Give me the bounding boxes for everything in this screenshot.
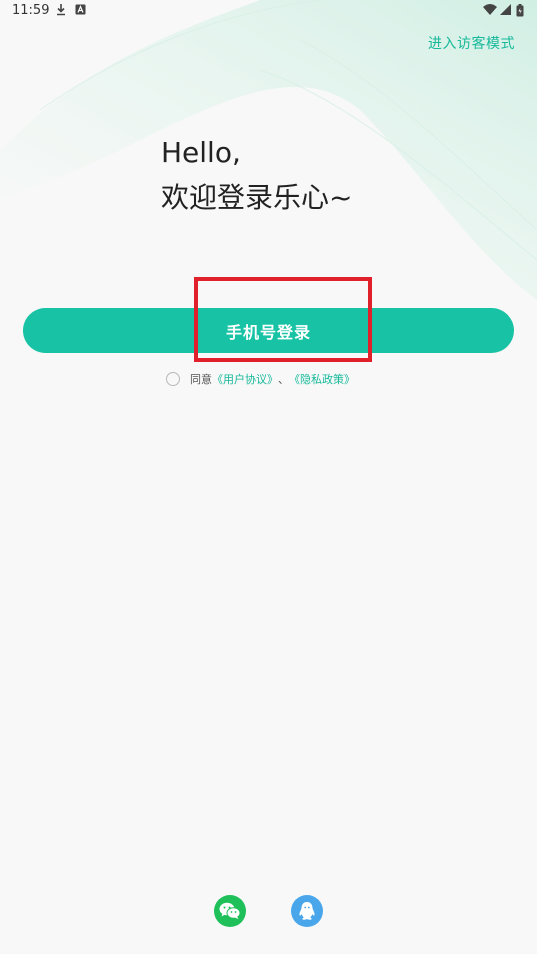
wechat-icon — [219, 902, 241, 919]
battery-icon — [516, 4, 524, 17]
user-agreement-link[interactable]: 《用户协议》 — [212, 371, 278, 387]
keyboard-a-icon — [75, 4, 86, 15]
agreement-checkbox[interactable] — [166, 372, 180, 386]
privacy-policy-link[interactable]: 《隐私政策》 — [289, 371, 355, 387]
guest-mode-link[interactable]: 进入访客模式 — [428, 33, 515, 53]
wifi-icon — [483, 4, 497, 15]
status-time: 11:59 — [12, 3, 50, 18]
status-bar: 11:59 — [0, 0, 537, 24]
wechat-login-button[interactable] — [214, 895, 246, 927]
qq-login-button[interactable] — [291, 895, 323, 927]
phone-login-button[interactable]: 手机号登录 — [23, 308, 514, 353]
agreement-prefix: 同意 — [190, 373, 212, 386]
qq-icon — [299, 902, 315, 920]
greeting-welcome: 欢迎登录乐心~ — [161, 181, 353, 214]
signal-icon — [500, 4, 511, 15]
agreement-row: 同意 《用户协议》 、 《隐私政策》 — [166, 371, 355, 387]
agreement-separator: 、 — [278, 373, 289, 386]
download-icon — [57, 4, 65, 16]
greeting-hello: Hello, — [161, 136, 241, 169]
